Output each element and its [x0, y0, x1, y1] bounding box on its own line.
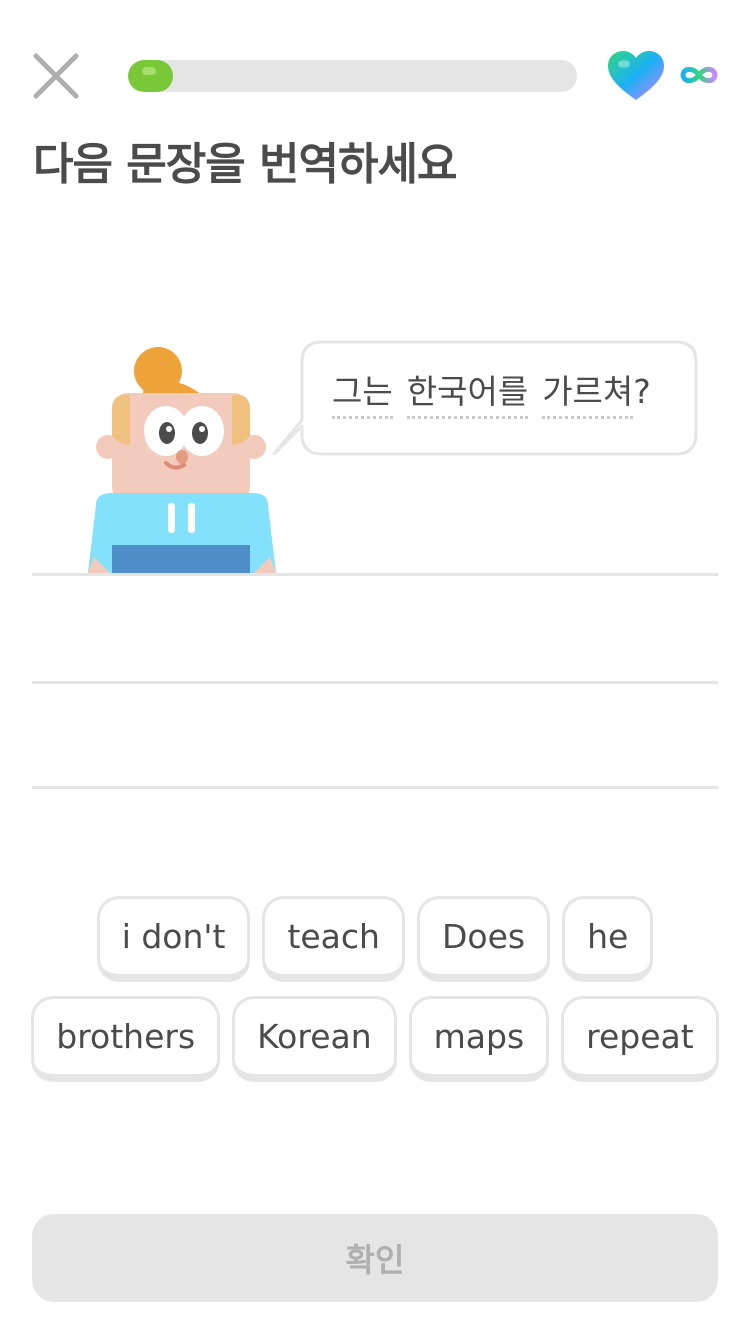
word-chip[interactable]: Korean: [232, 996, 397, 1082]
word-chip[interactable]: i don't: [96, 896, 251, 982]
check-button[interactable]: 확인: [32, 1214, 718, 1302]
word-bank-row-1: i don't teach Does he: [30, 896, 720, 982]
sentence-text: 그는 한국어를 가르쳐 ?: [332, 374, 651, 419]
character-avatar: [84, 345, 284, 575]
infinity-icon: [678, 64, 720, 86]
word-chip[interactable]: repeat: [561, 996, 719, 1082]
answer-line[interactable]: [32, 786, 718, 789]
page-title: 다음 문장을 번역하세요: [33, 139, 457, 190]
word-chip[interactable]: Does: [416, 896, 551, 982]
answer-line[interactable]: [32, 681, 718, 684]
punctuation: ?: [633, 372, 651, 411]
word-chip[interactable]: maps: [408, 996, 550, 1082]
word-token[interactable]: 가르쳐: [542, 374, 634, 419]
close-icon[interactable]: [30, 50, 82, 102]
word-chip[interactable]: teach: [262, 896, 405, 982]
heart-icon[interactable]: [606, 50, 666, 102]
progress-fill: [128, 60, 173, 92]
word-token[interactable]: 그는: [332, 374, 393, 419]
word-chip[interactable]: brothers: [31, 996, 221, 1082]
progress-bar: [128, 60, 577, 92]
word-token[interactable]: 한국어를: [406, 374, 529, 419]
answer-line: [32, 573, 718, 576]
word-chip[interactable]: he: [562, 896, 654, 982]
word-bank-row-2: brothers Korean maps repeat: [30, 996, 720, 1082]
speech-bubble: 그는 한국어를 가르쳐 ?: [272, 340, 698, 456]
